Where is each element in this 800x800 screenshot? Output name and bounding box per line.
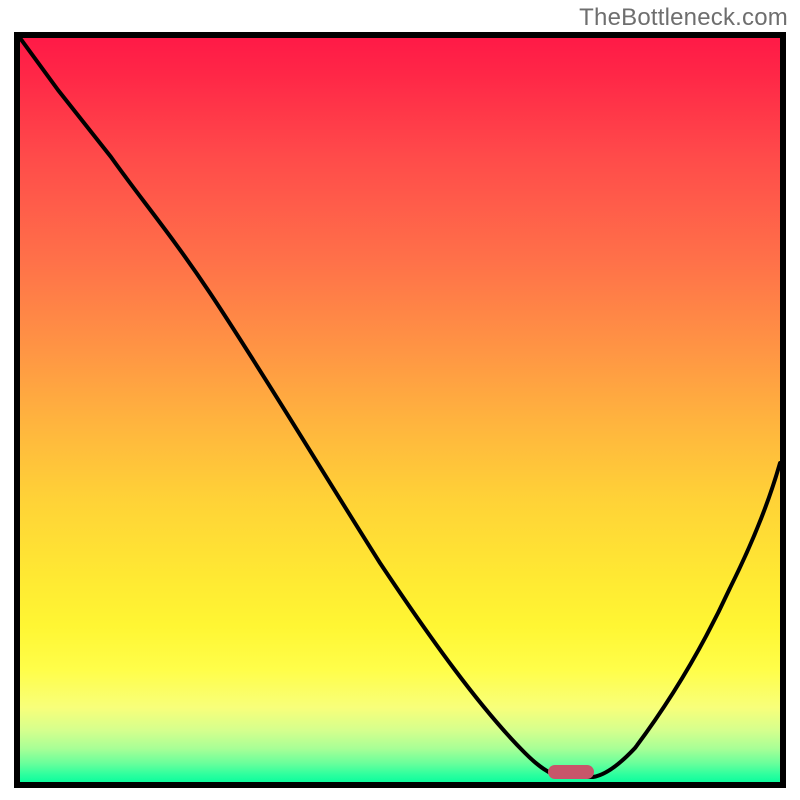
plot-area	[14, 32, 786, 788]
bottleneck-curve	[20, 38, 780, 782]
watermark-text: TheBottleneck.com	[579, 4, 788, 32]
minimum-marker	[548, 765, 594, 779]
curve-path	[20, 38, 780, 777]
